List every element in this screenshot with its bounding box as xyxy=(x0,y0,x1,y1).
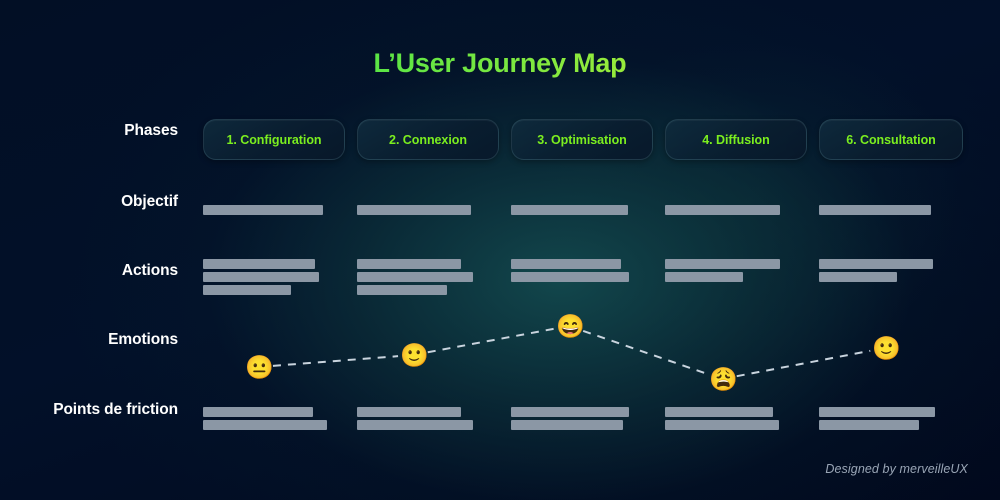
emotion-marker-grinning-face[interactable]: 😄 xyxy=(556,313,585,339)
page-title: L’User Journey Map xyxy=(0,48,1000,79)
skeleton-bar-friction xyxy=(511,407,629,417)
skeleton-bar-friction xyxy=(203,407,313,417)
skeleton-bar-objectif xyxy=(511,205,628,215)
row-label-phases: Phases xyxy=(124,122,178,139)
skeleton-bar-actions xyxy=(665,272,743,282)
skeleton-bar-objectif xyxy=(357,205,471,215)
phase-chip-4[interactable]: 4. Diffusion xyxy=(665,119,807,160)
row-label-emotions: Emotions xyxy=(108,331,178,348)
skeleton-bar-friction xyxy=(357,420,473,430)
skeleton-bar-friction xyxy=(819,407,935,417)
skeleton-bar-actions xyxy=(819,272,897,282)
emotion-marker-slight-smile[interactable]: 🙂 xyxy=(400,342,429,368)
skeleton-bar-friction xyxy=(203,420,327,430)
emotion-marker-weary-face[interactable]: 😩 xyxy=(709,366,738,392)
row-label-objectif: Objectif xyxy=(121,193,178,210)
skeleton-bar-actions xyxy=(357,272,473,282)
skeleton-bar-objectif xyxy=(203,205,323,215)
phase-chip-2[interactable]: 2. Connexion xyxy=(357,119,499,160)
phase-chip-6[interactable]: 6. Consultation xyxy=(819,119,963,160)
row-label-friction: Points de friction xyxy=(53,401,178,418)
skeleton-bar-objectif xyxy=(819,205,931,215)
journey-map-canvas: L’User Journey Map Phases Objectif Actio… xyxy=(0,0,1000,500)
skeleton-bar-actions xyxy=(819,259,933,269)
skeleton-bar-friction xyxy=(665,407,773,417)
skeleton-bar-actions xyxy=(357,285,447,295)
emotion-marker-slight-smile[interactable]: 🙂 xyxy=(872,335,901,361)
skeleton-bar-friction xyxy=(665,420,779,430)
skeleton-bar-friction xyxy=(357,407,461,417)
row-label-actions: Actions xyxy=(121,262,178,279)
designer-credit: Designed by merveilleUX xyxy=(825,462,968,476)
skeleton-bar-actions xyxy=(511,259,621,269)
skeleton-bar-actions xyxy=(203,272,319,282)
skeleton-bar-friction xyxy=(511,420,623,430)
skeleton-bar-actions xyxy=(665,259,780,269)
skeleton-bar-objectif xyxy=(665,205,780,215)
skeleton-bar-actions xyxy=(203,259,315,269)
emotion-marker-neutral-face[interactable]: 😐 xyxy=(245,354,274,380)
skeleton-bar-actions xyxy=(357,259,461,269)
skeleton-bar-actions xyxy=(511,272,629,282)
skeleton-bar-friction xyxy=(819,420,919,430)
skeleton-bar-actions xyxy=(203,285,291,295)
phase-chip-1[interactable]: 1. Configuration xyxy=(203,119,345,160)
phase-chip-3[interactable]: 3. Optimisation xyxy=(511,119,653,160)
